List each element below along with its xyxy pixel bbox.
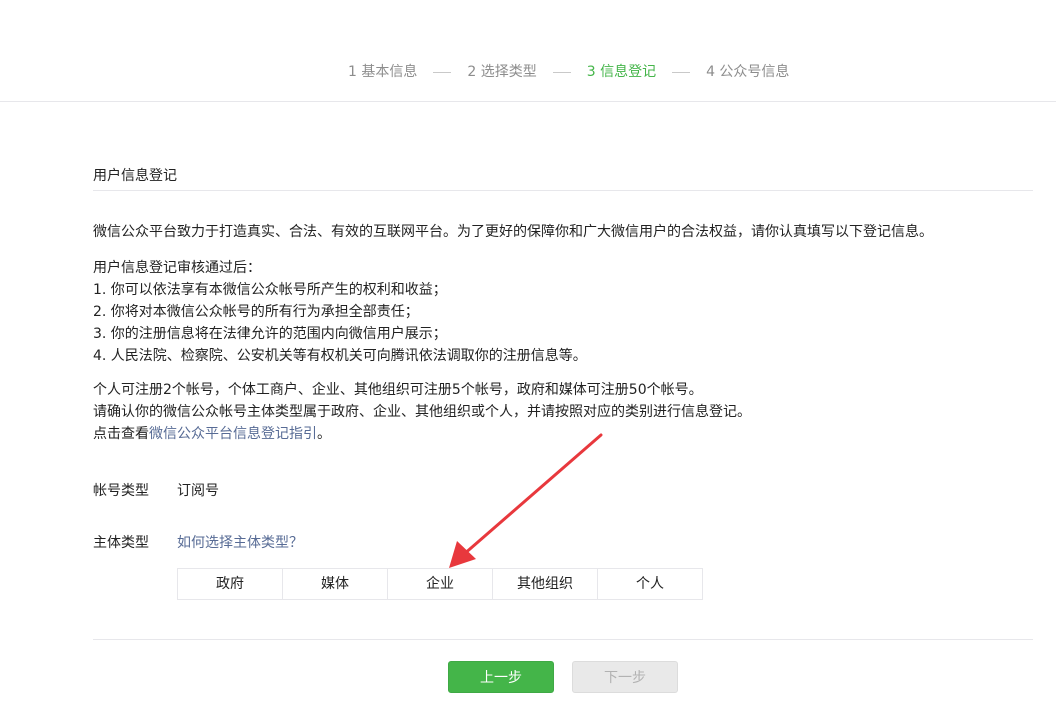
limits-line: 请确认你的微信公众帐号主体类型属于政府、企业、其他组织或个人，并请按照对应的类别… [93, 404, 751, 420]
subject-type-help-link[interactable]: 如何选择主体类型？ [177, 535, 303, 551]
intro-text: 微信公众平台致力于打造真实、合法、有效的互联网平台。为了更好的保障你和广大微信用… [93, 224, 933, 240]
step-separator [433, 71, 452, 73]
subject-option-other-org[interactable]: 其他组织 [492, 569, 597, 599]
step-separator [552, 71, 571, 73]
account-type-label: 帐号类型 [93, 483, 149, 499]
subject-option-enterprise[interactable]: 企业 [387, 569, 492, 599]
step-account-info: 4 公众号信息 [706, 64, 790, 80]
rules-heading: 用户信息登记审核通过后： [93, 260, 261, 276]
guide-prefix: 点击查看 [93, 426, 149, 442]
rules-block: 用户信息登记审核通过后： 1. 你可以依法享有本微信公众帐号所产生的权利和收益；… [93, 257, 587, 367]
subject-option-individual[interactable]: 个人 [597, 569, 702, 599]
footer-divider [93, 639, 1033, 640]
guide-link[interactable]: 微信公众平台信息登记指引 [149, 426, 317, 442]
step-select-type: 2 选择类型 [467, 64, 537, 80]
prev-step-button[interactable]: 上一步 [448, 661, 554, 693]
section-title: 用户信息登记 [93, 168, 177, 184]
step-indicator: 1 基本信息 2 选择类型 3 信息登记 4 公众号信息 [348, 62, 789, 82]
guide-suffix: 。 [317, 426, 331, 442]
account-type-row: 帐号类型 订阅号 [93, 480, 219, 502]
rules-item: 3. 你的注册信息将在法律允许的范围内向微信用户展示； [93, 326, 447, 342]
rules-item: 1. 你可以依法享有本微信公众帐号所产生的权利和收益； [93, 282, 447, 298]
subject-option-media[interactable]: 媒体 [282, 569, 387, 599]
rules-item: 4. 人民法院、检察院、公安机关等有权机关可向腾讯依法调取你的注册信息等。 [93, 348, 587, 364]
arrow-head [449, 541, 476, 568]
step-basic-info: 1 基本信息 [348, 64, 418, 80]
subject-option-government[interactable]: 政府 [178, 569, 282, 599]
steps-bar: 1 基本信息 2 选择类型 3 信息登记 4 公众号信息 [0, 0, 1056, 102]
section-divider [93, 190, 1033, 191]
step-separator [672, 71, 691, 73]
subject-type-row: 主体类型 如何选择主体类型？ [93, 532, 303, 554]
next-step-button[interactable]: 下一步 [572, 661, 678, 693]
guide-line: 点击查看微信公众平台信息登记指引。 [93, 423, 751, 445]
subject-type-options: 政府 媒体 企业 其他组织 个人 [177, 568, 703, 600]
arrow-shaft [461, 433, 603, 557]
account-type-value: 订阅号 [177, 483, 219, 499]
limits-block: 个人可注册2个帐号，个体工商户、企业、其他组织可注册5个帐号，政府和媒体可注册5… [93, 379, 751, 445]
step-info-registration: 3 信息登记 [586, 64, 657, 80]
limits-line: 个人可注册2个帐号，个体工商户、企业、其他组织可注册5个帐号，政府和媒体可注册5… [93, 382, 703, 398]
subject-type-label: 主体类型 [93, 535, 149, 551]
rules-item: 2. 你将对本微信公众帐号的所有行为承担全部责任； [93, 304, 419, 320]
